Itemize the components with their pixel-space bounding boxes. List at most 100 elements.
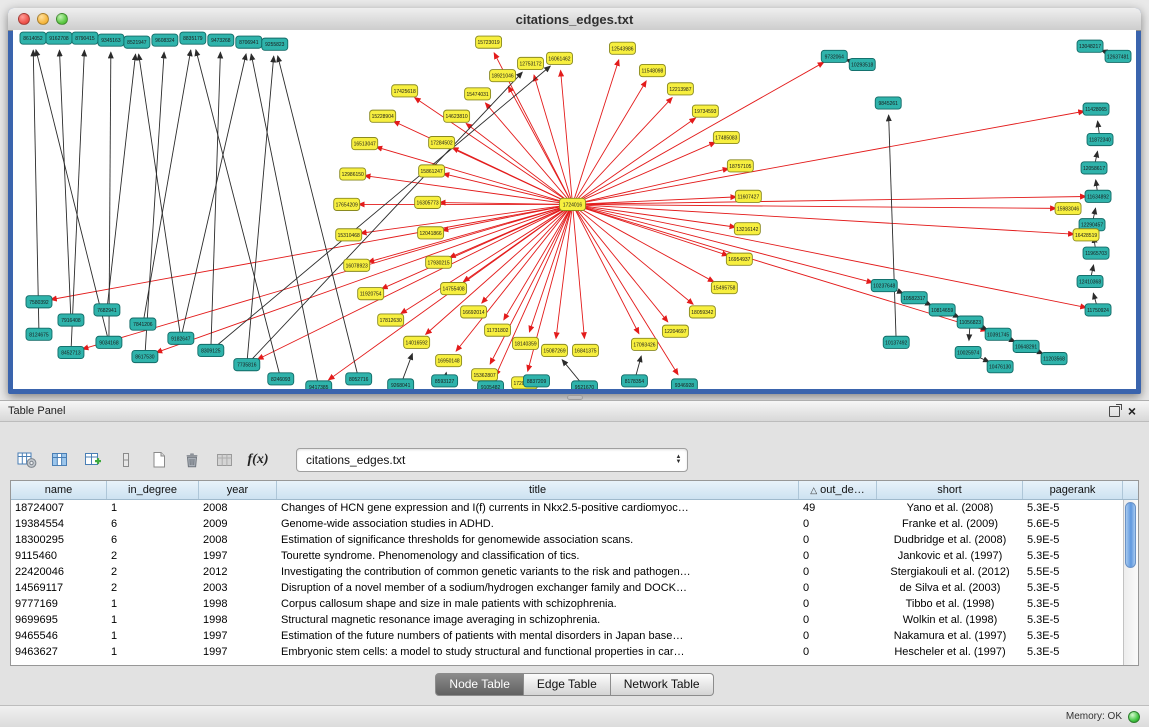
column-header-in_degree[interactable]: in_degree — [107, 481, 199, 499]
cell-year[interactable]: 2008 — [199, 500, 277, 516]
cell-in_degree[interactable]: 1 — [107, 500, 199, 516]
graph-node[interactable]: 8614052 — [20, 32, 46, 44]
cell-short[interactable]: Dudbridge et al. (2008) — [877, 532, 1023, 548]
graph-node[interactable]: 8052716 — [346, 373, 372, 385]
graph-node[interactable]: 9162708 — [46, 32, 72, 44]
cell-title[interactable]: Estimation of the future numbers of pati… — [277, 628, 799, 644]
graph-node[interactable]: 10391745 — [985, 328, 1011, 340]
cell-year[interactable]: 1998 — [199, 596, 277, 612]
graph-node[interactable]: 8837209 — [524, 375, 550, 387]
cell-title[interactable]: Embryonic stem cells: a model to study s… — [277, 644, 799, 660]
cell-title[interactable]: Tourette syndrome. Phenomenology and cla… — [277, 548, 799, 564]
cell-out_degree[interactable]: 0 — [799, 532, 877, 548]
graph-node[interactable]: 10582317 — [901, 292, 927, 304]
table-row[interactable]: 911546021997Tourette syndrome. Phenomeno… — [11, 548, 1123, 564]
vertical-scrollbar-thumb[interactable] — [1125, 502, 1136, 568]
graph-node[interactable]: 9521670 — [572, 381, 598, 389]
graph-node[interactable]: 9182647 — [168, 332, 194, 344]
cell-title[interactable]: Changes of HCN gene expression and I(f) … — [277, 500, 799, 516]
cell-pagerank[interactable]: 5.3E-5 — [1023, 644, 1123, 660]
network-canvas[interactable]: 1724016160614621275317218921046154740311… — [13, 30, 1136, 389]
cell-name[interactable]: 18724007 — [11, 500, 107, 516]
tab-node-table[interactable]: Node Table — [435, 673, 524, 696]
graph-node[interactable]: 16950148 — [436, 355, 462, 367]
column-header-name[interactable]: name — [11, 481, 107, 499]
graph-node[interactable]: 11872340 — [1087, 133, 1113, 145]
graph-node[interactable]: 9608324 — [152, 34, 178, 46]
graph-node[interactable]: 15723019 — [476, 36, 502, 48]
graph-node[interactable]: 17425618 — [392, 85, 418, 97]
new-table-button[interactable] — [146, 448, 172, 472]
cell-title[interactable]: Structural magnetic resonance image aver… — [277, 612, 799, 628]
graph-node[interactable]: 17654209 — [334, 198, 360, 210]
cell-short[interactable]: Stergiakouli et al. (2012) — [877, 564, 1023, 580]
graph-node[interactable]: 9732064 — [821, 50, 847, 62]
cell-in_degree[interactable]: 1 — [107, 644, 199, 660]
table-row[interactable]: 1938455462009Genome-wide association stu… — [11, 516, 1123, 532]
cell-short[interactable]: Wolkin et al. (1998) — [877, 612, 1023, 628]
cell-short[interactable]: Franke et al. (2009) — [877, 516, 1023, 532]
cell-short[interactable]: de Silva et al. (2003) — [877, 580, 1023, 596]
cell-name[interactable]: 9463627 — [11, 644, 107, 660]
cell-name[interactable]: 19384554 — [11, 516, 107, 532]
graph-node[interactable]: 8521947 — [124, 36, 150, 48]
graph-node[interactable]: 16078923 — [344, 259, 370, 271]
cell-year[interactable]: 1998 — [199, 612, 277, 628]
graph-node[interactable]: 11750924 — [1085, 304, 1111, 316]
graph-node[interactable]: 11634892 — [1085, 190, 1111, 202]
table-row[interactable]: 1830029562008Estimation of significance … — [11, 532, 1123, 548]
table-row[interactable]: 1872400712008Changes of HCN gene express… — [11, 500, 1123, 516]
graph-node[interactable]: 9268041 — [388, 379, 414, 389]
cell-out_degree[interactable]: 49 — [799, 500, 877, 516]
table-row[interactable]: 969969511998Structural magnetic resonanc… — [11, 612, 1123, 628]
cell-out_degree[interactable]: 0 — [799, 596, 877, 612]
graph-node[interactable]: 17093426 — [631, 338, 657, 350]
graph-node[interactable]: 12410368 — [1077, 275, 1103, 287]
graph-node[interactable]: 13216142 — [734, 223, 760, 235]
graph-node[interactable]: 9255823 — [262, 38, 288, 50]
close-button[interactable] — [18, 13, 30, 25]
column-header-year[interactable]: year — [199, 481, 277, 499]
graph-node[interactable]: 15983046 — [1055, 202, 1081, 214]
cell-short[interactable]: Jankovic et al. (1997) — [877, 548, 1023, 564]
cell-title[interactable]: Corpus callosum shape and size in male p… — [277, 596, 799, 612]
cell-in_degree[interactable]: 1 — [107, 596, 199, 612]
cell-pagerank[interactable]: 5.3E-5 — [1023, 580, 1123, 596]
graph-node[interactable]: 8124675 — [26, 328, 52, 340]
cell-name[interactable]: 14569117 — [11, 580, 107, 596]
graph-node[interactable]: 16305773 — [415, 196, 441, 208]
cell-title[interactable]: Investigating the contribution of common… — [277, 564, 799, 580]
graph-node[interactable]: 9034168 — [96, 336, 122, 348]
column-header-title[interactable]: title — [277, 481, 799, 499]
cell-out_degree[interactable]: 0 — [799, 612, 877, 628]
cell-in_degree[interactable]: 2 — [107, 564, 199, 580]
zoom-button[interactable] — [56, 13, 68, 25]
table-row[interactable]: 946554611997Estimation of the future num… — [11, 628, 1123, 644]
table-row[interactable]: 946362711997Embryonic stem cells: a mode… — [11, 644, 1123, 660]
table-mode-button[interactable] — [14, 448, 40, 472]
tab-network-table[interactable]: Network Table — [611, 673, 714, 696]
graph-node[interactable]: 16841375 — [573, 344, 599, 356]
graph-node[interactable]: 7916408 — [58, 314, 84, 326]
cell-pagerank[interactable]: 5.3E-5 — [1023, 596, 1123, 612]
graph-node[interactable]: 16954937 — [726, 253, 752, 265]
table-row[interactable]: 2242004622012Investigating the contribut… — [11, 564, 1123, 580]
graph-node[interactable]: 9105482 — [478, 381, 504, 389]
graph-node[interactable]: 12213987 — [667, 83, 693, 95]
graph-node[interactable]: 12058617 — [1081, 162, 1107, 174]
cell-pagerank[interactable]: 5.5E-5 — [1023, 564, 1123, 580]
network-view[interactable]: 1724016160614621275317218921046154740311… — [13, 30, 1136, 389]
graph-node[interactable]: 11203568 — [1041, 352, 1067, 364]
float-panel-button[interactable] — [1105, 403, 1123, 419]
graph-node[interactable]: 15861247 — [419, 165, 445, 177]
graph-node[interactable]: 14623810 — [444, 110, 470, 122]
graph-node[interactable]: 11731802 — [485, 324, 511, 336]
graph-node[interactable]: 17284502 — [429, 136, 455, 148]
graph-node[interactable]: 12041866 — [418, 227, 444, 239]
column-header-pagerank[interactable]: pagerank — [1023, 481, 1123, 499]
graph-node[interactable]: 11965703 — [1083, 247, 1109, 259]
graph-node[interactable]: 18921046 — [490, 70, 516, 82]
cell-year[interactable]: 1997 — [199, 628, 277, 644]
cell-name[interactable]: 22420046 — [11, 564, 107, 580]
graph-node[interactable]: 12543986 — [609, 42, 635, 54]
